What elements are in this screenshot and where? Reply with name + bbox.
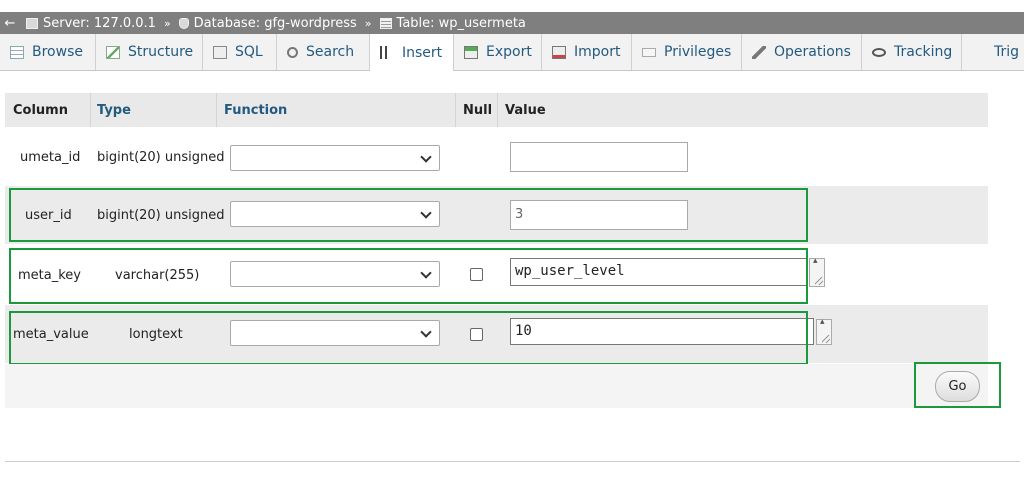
highlight-box	[914, 362, 1001, 408]
tab-tracking[interactable]: Tracking	[862, 34, 962, 70]
highlight-box	[9, 311, 808, 365]
triggers-icon	[972, 46, 986, 59]
breadcrumb-separator: »	[364, 16, 372, 30]
breadcrumb-database[interactable]: Database: gfg-wordpress	[178, 16, 357, 31]
database-icon	[178, 17, 189, 29]
tab-insert[interactable]: Insert	[370, 34, 454, 71]
sql-icon	[213, 45, 227, 59]
tab-sql[interactable]: SQL	[203, 34, 277, 70]
header-divider	[455, 93, 456, 127]
function-select[interactable]	[230, 145, 440, 171]
operations-icon	[752, 45, 766, 59]
search-icon	[287, 46, 298, 58]
header-value: Value	[505, 103, 546, 118]
privileges-icon	[642, 47, 656, 57]
tab-structure[interactable]: Structure	[96, 34, 203, 70]
tab-search[interactable]: Search	[277, 34, 370, 70]
header-column: Column	[13, 103, 68, 118]
server-icon	[26, 17, 38, 29]
tracking-icon	[872, 47, 886, 57]
export-icon	[464, 45, 478, 59]
breadcrumb-separator: »	[163, 16, 171, 30]
textarea-resize-handle[interactable]	[809, 256, 825, 287]
table-icon	[379, 17, 392, 29]
tab-operations[interactable]: Operations	[742, 34, 862, 70]
back-arrow-icon[interactable]: ←	[2, 16, 18, 31]
tab-browse[interactable]: Browse	[0, 34, 96, 70]
breadcrumb-server[interactable]: Server: 127.0.0.1	[26, 16, 156, 31]
tab-import[interactable]: Import	[542, 34, 632, 70]
structure-icon	[106, 45, 120, 59]
table-footer	[5, 364, 988, 408]
tab-bar: Browse Structure SQL Search Insert Expor…	[0, 34, 1024, 71]
value-input[interactable]	[510, 142, 688, 172]
insert-icon	[380, 46, 394, 59]
import-icon	[552, 45, 566, 59]
header-divider	[216, 93, 217, 127]
header-type[interactable]: Type	[97, 103, 131, 118]
textarea-resize-handle[interactable]	[816, 317, 832, 345]
header-divider	[90, 93, 91, 127]
header-divider	[497, 93, 498, 127]
breadcrumb-table[interactable]: Table: wp_usermeta	[379, 16, 526, 31]
highlight-box	[9, 248, 808, 304]
tab-triggers[interactable]: Trig	[962, 34, 1024, 70]
tab-export[interactable]: Export	[454, 34, 542, 70]
divider	[5, 461, 1020, 462]
row-type: bigint(20) unsigned	[97, 150, 225, 165]
row-column-name: umeta_id	[20, 150, 81, 165]
tab-privileges[interactable]: Privileges	[632, 34, 742, 70]
header-null: Null	[463, 103, 493, 118]
table-row: umeta_id bigint(20) unsigned	[5, 128, 988, 186]
highlight-box	[9, 188, 808, 242]
breadcrumb: ← Server: 127.0.0.1 » Database: gfg-word…	[0, 12, 1024, 34]
browse-icon	[10, 45, 24, 59]
header-function[interactable]: Function	[224, 103, 287, 118]
